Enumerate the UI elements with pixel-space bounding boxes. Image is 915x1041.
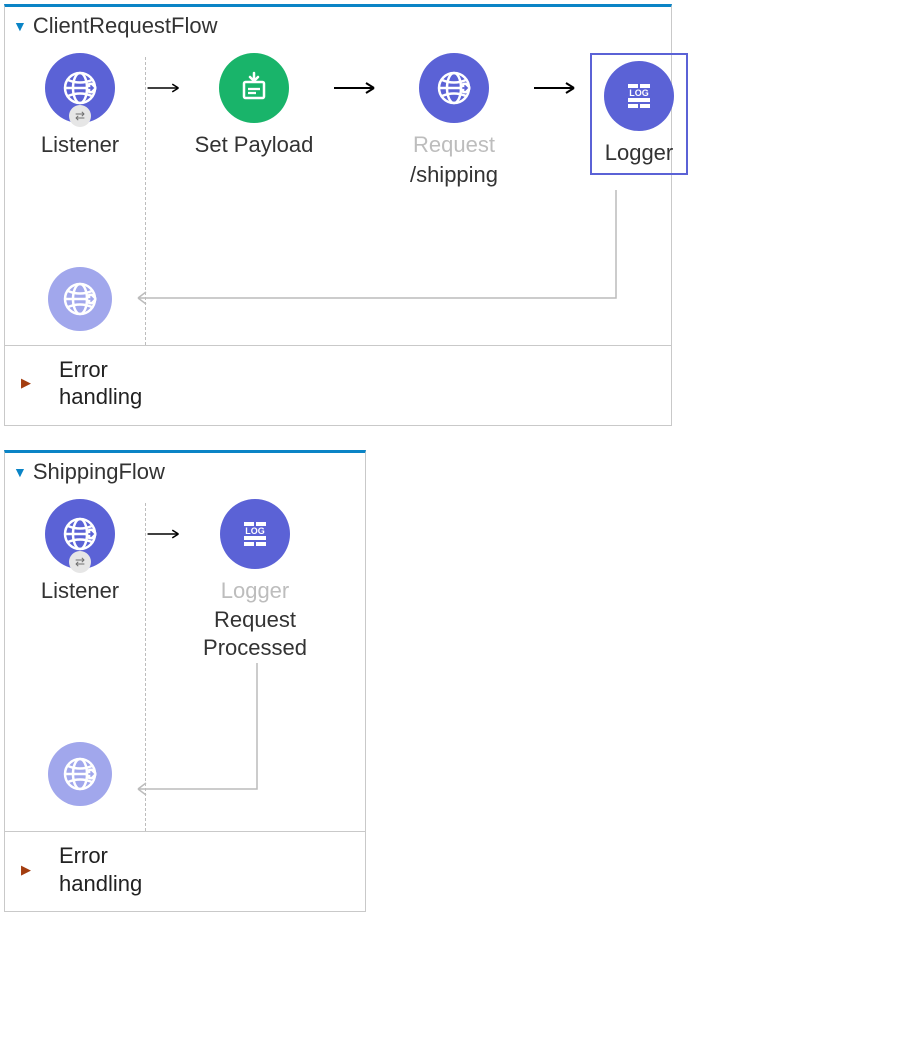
- flow-header[interactable]: ▼ ClientRequestFlow: [5, 7, 671, 41]
- globe-return-icon: [48, 267, 112, 331]
- globe-icon: ⇄: [45, 53, 115, 123]
- flow-title: ShippingFlow: [33, 459, 165, 485]
- log-icon: [220, 499, 290, 569]
- listener-label: Listener: [41, 131, 119, 159]
- process-row: Set Payload Request /shipping: [156, 53, 698, 188]
- request-node[interactable]: Request /shipping: [380, 53, 528, 188]
- request-sublabel: /shipping: [410, 161, 498, 189]
- return-row: [48, 249, 112, 345]
- flow-source-column: ⇄ Listener: [25, 53, 135, 345]
- set-payload-node[interactable]: Set Payload: [180, 53, 328, 159]
- log-icon: [604, 61, 674, 131]
- globe-return-icon: [48, 742, 112, 806]
- flow-process-column: Logger Request Processed: [156, 499, 330, 832]
- arrow-icon: [146, 53, 180, 123]
- error-handling-label: Error handling: [59, 356, 142, 411]
- arrow-icon: [146, 499, 180, 569]
- request-label: Request: [413, 131, 495, 159]
- flow-process-column: Set Payload Request /shipping: [156, 53, 698, 345]
- process-row: Logger Request Processed: [156, 499, 330, 662]
- expand-toggle-icon[interactable]: ▶: [21, 862, 31, 878]
- return-row: [48, 724, 112, 820]
- globe-icon: [419, 53, 489, 123]
- payload-icon: [219, 53, 289, 123]
- collapse-toggle-icon[interactable]: ▼: [13, 18, 27, 34]
- expand-toggle-icon[interactable]: ▶: [21, 375, 31, 391]
- flow-body: ⇄ Listener S: [5, 41, 671, 345]
- logger-label: Logger: [605, 139, 674, 167]
- set-payload-label: Set Payload: [195, 131, 314, 159]
- exchange-badge-icon: ⇄: [69, 105, 91, 127]
- arrow-icon: [528, 53, 580, 123]
- arrow-icon: [328, 53, 380, 123]
- flow-source-column: ⇄ Listener: [25, 499, 135, 832]
- flow-panel-clientrequest: ▼ ClientRequestFlow ⇄ Listener: [4, 4, 672, 426]
- listener-node[interactable]: ⇄ Listener: [25, 499, 135, 605]
- flow-body: ⇄ Listener Logger: [5, 487, 365, 832]
- error-handling-section[interactable]: ▶ Error handling: [5, 831, 365, 911]
- selected-frame: Logger: [590, 53, 688, 175]
- logger-sublabel: Request Processed: [203, 606, 307, 661]
- listener-label: Listener: [41, 577, 119, 605]
- flow-header[interactable]: ▼ ShippingFlow: [5, 453, 365, 487]
- collapse-toggle-icon[interactable]: ▼: [13, 464, 27, 480]
- error-handling-section[interactable]: ▶ Error handling: [5, 345, 671, 425]
- exchange-badge-icon: ⇄: [69, 551, 91, 573]
- error-handling-label: Error handling: [59, 842, 142, 897]
- logger-node[interactable]: Logger: [580, 53, 698, 175]
- listener-node[interactable]: ⇄ Listener: [25, 53, 135, 159]
- return-connector: [156, 188, 698, 195]
- globe-icon: ⇄: [45, 499, 115, 569]
- logger-node[interactable]: Logger Request Processed: [180, 499, 330, 662]
- flow-panel-shipping: ▼ ShippingFlow ⇄ Listener: [4, 450, 366, 913]
- flow-title: ClientRequestFlow: [33, 13, 218, 39]
- logger-label: Logger: [221, 577, 290, 605]
